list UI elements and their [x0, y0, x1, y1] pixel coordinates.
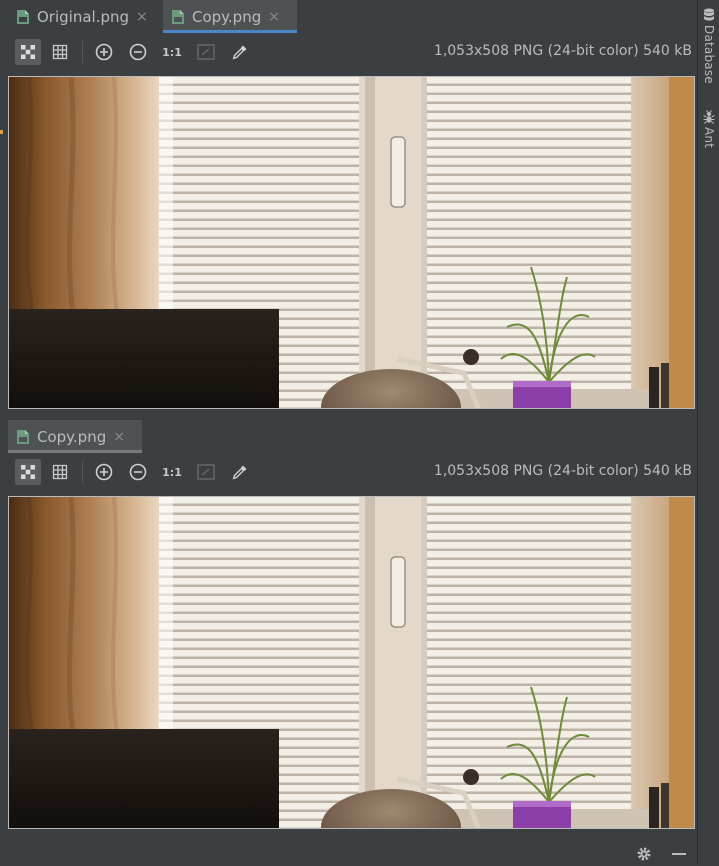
- grid-icon: [52, 464, 68, 480]
- actual-size-label: 1:1: [162, 465, 182, 479]
- ant-label: Ant: [702, 127, 716, 149]
- bottom-tab-bar: Copy.png ×: [0, 420, 697, 454]
- tab-copy-png[interactable]: Copy.png ×: [8, 420, 142, 453]
- tab-label: Copy.png: [192, 7, 262, 26]
- zoom-out-button[interactable]: [125, 459, 151, 485]
- image-file-icon: [16, 9, 30, 25]
- zoom-out-icon: [129, 43, 147, 61]
- color-picker-button[interactable]: [227, 459, 253, 485]
- color-picker-button[interactable]: [227, 39, 253, 65]
- image-preview: [9, 497, 695, 829]
- actual-size-button[interactable]: 1:1: [159, 459, 185, 485]
- chessboard-icon: [21, 465, 35, 479]
- minimize-icon[interactable]: [671, 846, 687, 866]
- actual-size-label: 1:1: [162, 45, 182, 59]
- ant-icon: [703, 110, 715, 124]
- zoom-in-icon: [95, 463, 113, 481]
- image-canvas[interactable]: [8, 76, 695, 409]
- grid-toggle-button[interactable]: [47, 459, 73, 485]
- chessboard-toggle-button[interactable]: [15, 39, 41, 65]
- fit-zoom-button[interactable]: [193, 459, 219, 485]
- image-preview: [9, 77, 695, 409]
- zoom-in-button[interactable]: [91, 39, 117, 65]
- close-tab-icon[interactable]: ×: [268, 9, 280, 25]
- zoom-in-button[interactable]: [91, 459, 117, 485]
- close-tab-icon[interactable]: ×: [136, 9, 148, 25]
- gear-icon[interactable]: [636, 846, 652, 866]
- image-canvas[interactable]: [8, 496, 695, 829]
- zoom-in-icon: [95, 43, 113, 61]
- eyedropper-icon: [232, 465, 247, 480]
- editor-marker: [0, 130, 3, 134]
- tab-copy-png[interactable]: Copy.png ×: [163, 0, 297, 33]
- database-icon: [704, 8, 714, 21]
- top-image-toolbar: 1:1 1,053x508 PNG (24-bit color) 540 kB: [0, 33, 697, 71]
- eyedropper-icon: [232, 45, 247, 60]
- database-tool-button[interactable]: Database: [698, 8, 719, 84]
- main-area: Original.png × Copy.png × 1:1 1,053x508 …: [0, 0, 697, 865]
- chessboard-toggle-button[interactable]: [15, 459, 41, 485]
- right-tool-strip: Database Ant: [697, 0, 719, 865]
- zoom-out-icon: [129, 463, 147, 481]
- fit-zoom-button[interactable]: [193, 39, 219, 65]
- fit-to-window-icon: [197, 464, 215, 480]
- database-label: Database: [702, 25, 716, 84]
- ant-tool-button[interactable]: Ant: [698, 110, 719, 148]
- fit-to-window-icon: [197, 44, 215, 60]
- tab-label: Original.png: [37, 7, 130, 26]
- zoom-out-button[interactable]: [125, 39, 151, 65]
- grid-icon: [52, 44, 68, 60]
- actual-size-button[interactable]: 1:1: [159, 39, 185, 65]
- image-file-icon: [171, 9, 185, 25]
- bottom-image-toolbar: 1:1 1,053x508 PNG (24-bit color) 540 kB: [0, 453, 697, 491]
- top-tab-bar: Original.png × Copy.png ×: [0, 0, 697, 34]
- toolbar-separator: [82, 461, 83, 483]
- image-info: 1,053x508 PNG (24-bit color) 540 kB: [433, 43, 692, 59]
- tab-original-png[interactable]: Original.png ×: [8, 0, 158, 33]
- chessboard-icon: [21, 45, 35, 59]
- toolbar-separator: [82, 41, 83, 63]
- tab-label: Copy.png: [37, 427, 107, 446]
- status-bar: [0, 838, 697, 865]
- image-file-icon: [16, 429, 30, 445]
- close-tab-icon[interactable]: ×: [113, 429, 125, 445]
- grid-toggle-button[interactable]: [47, 39, 73, 65]
- image-info: 1,053x508 PNG (24-bit color) 540 kB: [433, 463, 692, 479]
